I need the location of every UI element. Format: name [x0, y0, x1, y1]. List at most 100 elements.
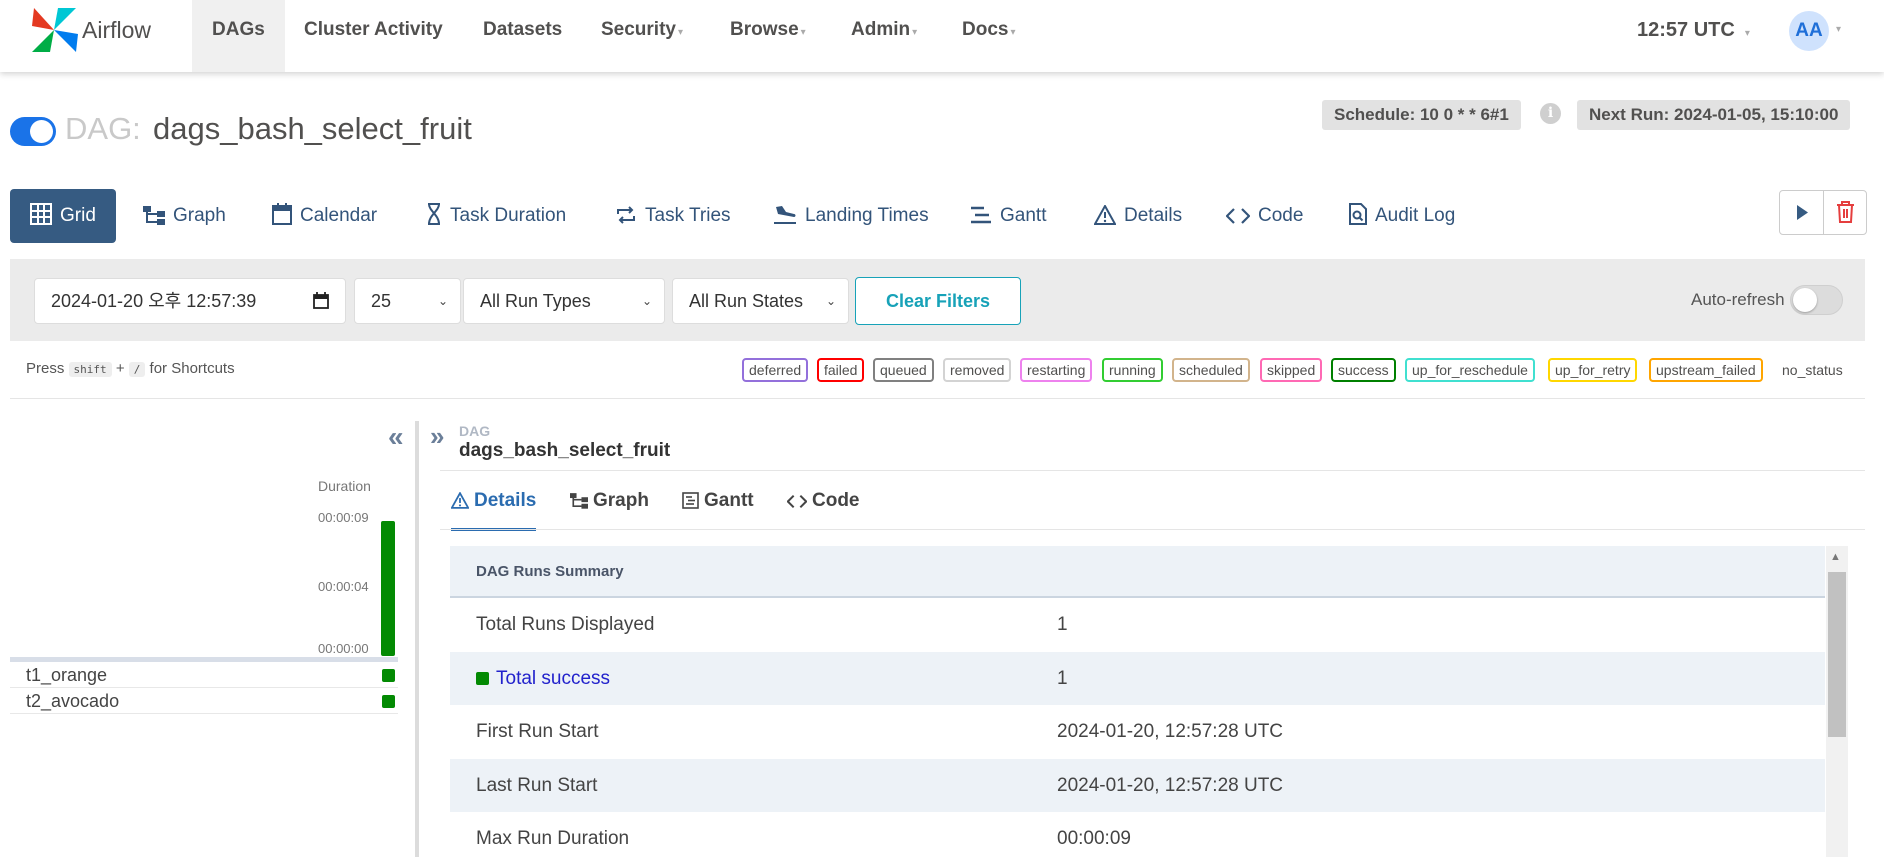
expand-panel-icon[interactable]: » [430, 421, 444, 452]
dag-prefix-label: DAG: [65, 111, 141, 146]
summary-value: 2024-01-20, 12:57:28 UTC [1057, 774, 1284, 796]
info-icon[interactable]: i [1540, 103, 1561, 124]
legend-restarting[interactable]: restarting [1020, 358, 1093, 382]
base-date-input[interactable]: 2024-01-20 오후 12:57:39 [34, 278, 346, 324]
tab-gantt[interactable]: Gantt [960, 189, 1056, 243]
delete-dag-button[interactable] [1824, 191, 1867, 234]
legend-scheduled[interactable]: scheduled [1172, 358, 1250, 382]
legend-removed[interactable]: removed [943, 358, 1012, 382]
task-name[interactable]: t1_orange [26, 665, 107, 686]
tab-task-duration[interactable]: Task Duration [416, 189, 576, 243]
summary-key: Last Run Start [476, 774, 598, 796]
detail-tab-code[interactable]: Code [786, 490, 860, 530]
panel-resize-handle[interactable] [415, 421, 419, 857]
summary-key-link[interactable]: Total success [476, 652, 610, 705]
legend-running[interactable]: running [1102, 358, 1163, 382]
filter-bar: 2024-01-20 오후 12:57:39 25 ⌄ All Run Types… [10, 259, 1865, 341]
legend-up-for-retry[interactable]: up_for_retry [1548, 358, 1638, 382]
summary-value: 1 [1057, 614, 1068, 635]
summary-key: First Run Start [476, 721, 599, 742]
nav-security[interactable]: Security ▾ [581, 0, 703, 72]
scroll-up-arrow-icon[interactable]: ▲ [1830, 551, 1841, 563]
task-row[interactable]: t2_avocado [10, 688, 398, 714]
top-navbar: Airflow DAGs Cluster Activity Datasets S… [0, 0, 1884, 72]
tab-code[interactable]: Code [1216, 189, 1313, 243]
breadcrumb-label: DAG [459, 423, 491, 439]
calendar-icon [313, 292, 329, 309]
legend-failed[interactable]: failed [817, 358, 865, 382]
graph-icon [570, 493, 588, 509]
hourglass-icon [428, 203, 440, 225]
chevron-down-icon: ⌄ [641, 294, 652, 308]
legend-no-status[interactable]: no_status [1775, 358, 1850, 382]
tab-task-tries[interactable]: Task Tries [605, 189, 741, 243]
dag-run-duration-bar[interactable] [381, 521, 395, 656]
legend-skipped[interactable]: skipped [1260, 358, 1323, 382]
trash-icon [1837, 201, 1854, 223]
chevron-down-icon: ▾ [677, 27, 684, 38]
chevron-down-icon: ⌄ [437, 294, 448, 308]
breadcrumb-dag-id[interactable]: dags_bash_select_fruit [459, 440, 670, 462]
shortcut-hint: Press shift + / for Shortcuts [26, 360, 235, 377]
nav-docs[interactable]: Docs ▾ [942, 0, 1036, 72]
summary-header: DAG Runs Summary [450, 546, 1825, 598]
scrollbar-thumb[interactable] [1828, 572, 1846, 737]
brand-name[interactable]: Airflow [82, 17, 151, 44]
code-icon [1225, 208, 1251, 224]
detail-tab-details[interactable]: Details [450, 490, 537, 531]
dag-pause-toggle[interactable] [10, 117, 56, 146]
code-icon [786, 494, 808, 509]
warning-triangle-icon [1093, 203, 1117, 225]
autorefresh-toggle[interactable] [1790, 285, 1843, 315]
detail-tab-graph[interactable]: Graph [570, 490, 649, 530]
repeat-icon [617, 206, 635, 224]
tab-details[interactable]: Details [1084, 189, 1192, 243]
trigger-dag-button[interactable] [1780, 191, 1823, 234]
nav-dags[interactable]: DAGs [192, 0, 285, 72]
chevron-down-icon: ▾ [1744, 28, 1750, 39]
legend-queued[interactable]: queued [873, 358, 934, 382]
nav-admin[interactable]: Admin ▾ [831, 0, 937, 72]
num-runs-select[interactable]: 25 ⌄ [354, 278, 461, 324]
timezone-clock[interactable]: 12:57 UTC ▾ [1637, 19, 1750, 42]
gantt-icon [971, 206, 991, 224]
task-instance-status[interactable] [382, 695, 395, 708]
calendar-icon [272, 203, 292, 225]
nav-browse[interactable]: Browse ▾ [710, 0, 826, 72]
collapse-panel-icon[interactable]: « [388, 421, 404, 453]
summary-row: Max Run Duration 00:00:09 [450, 812, 1825, 857]
summary-key: Max Run Duration [476, 828, 630, 849]
tab-grid[interactable]: Grid [10, 189, 116, 243]
warning-triangle-icon [450, 491, 470, 509]
chevron-down-icon: ▾ [800, 27, 806, 38]
summary-row: Total Runs Displayed 1 [450, 598, 1825, 652]
run-state-select[interactable]: All Run States ⌄ [672, 278, 849, 324]
legend-up-for-reschedule[interactable]: up_for_reschedule [1405, 358, 1535, 382]
graph-icon [143, 206, 165, 225]
task-name[interactable]: t2_avocado [26, 691, 119, 712]
task-instance-status[interactable] [382, 669, 395, 682]
tab-audit-log[interactable]: Audit Log [1339, 189, 1465, 243]
chevron-down-icon[interactable]: ▾ [1836, 24, 1841, 35]
run-type-select[interactable]: All Run Types ⌄ [463, 278, 665, 324]
task-row[interactable]: t1_orange [10, 662, 398, 688]
summary-row: Last Run Start 2024-01-20, 12:57:28 UTC [450, 758, 1825, 812]
legend-deferred[interactable]: deferred [742, 358, 809, 382]
slash-key: / [128, 362, 146, 377]
nav-cluster-activity[interactable]: Cluster Activity [284, 0, 463, 72]
duration-tick: 00:00:04 [318, 579, 369, 594]
airflow-logo-icon[interactable] [28, 4, 80, 56]
summary-value: 2024-01-20, 12:57:28 UTC [1057, 721, 1284, 742]
nav-datasets[interactable]: Datasets [463, 0, 582, 72]
tab-calendar[interactable]: Calendar [262, 189, 387, 243]
legend-upstream-failed[interactable]: upstream_failed [1649, 358, 1763, 382]
tab-graph[interactable]: Graph [133, 189, 236, 243]
legend-success[interactable]: success [1331, 358, 1396, 382]
user-avatar[interactable]: AA [1789, 11, 1829, 51]
detail-tab-gantt[interactable]: Gantt [682, 490, 754, 530]
tab-landing-times[interactable]: Landing Times [763, 189, 939, 243]
duration-tick: 00:00:00 [318, 641, 369, 656]
divider [440, 470, 1865, 471]
divider [440, 529, 1865, 530]
clear-filters-button[interactable]: Clear Filters [855, 277, 1021, 325]
